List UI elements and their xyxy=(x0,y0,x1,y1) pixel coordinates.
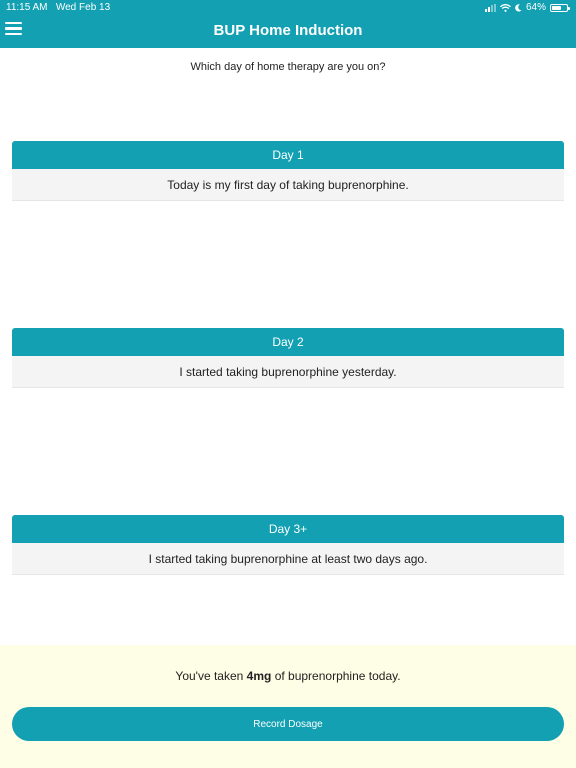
dosage-summary: You've taken 4mg of buprenorphine today. xyxy=(0,669,576,683)
dosage-amount: 4mg xyxy=(246,669,272,683)
day-3-title: Day 3+ xyxy=(12,515,564,543)
question-text: Which day of home therapy are you on? xyxy=(190,61,386,73)
status-time: 11:15 AM xyxy=(6,2,48,13)
day-2-title: Day 2 xyxy=(12,328,564,356)
day-1-description: Today is my first day of taking buprenor… xyxy=(12,169,564,201)
battery-fill xyxy=(552,5,561,10)
day-1-title: Day 1 xyxy=(12,141,564,169)
day-3-description: I started taking buprenorphine at least … xyxy=(12,543,564,575)
cellular-signal-icon xyxy=(484,3,496,12)
record-dosage-button[interactable]: Record Dosage xyxy=(12,707,564,741)
dosage-suffix: of buprenorphine today. xyxy=(271,669,401,683)
battery-percent: 64% xyxy=(525,2,546,13)
status-indicators: 64% xyxy=(484,2,570,13)
battery-icon xyxy=(550,3,570,12)
day-2-description: I started taking buprenorphine yesterday… xyxy=(12,356,564,388)
wifi-icon xyxy=(500,3,511,12)
day-1-option[interactable]: Day 1 Today is my first day of taking bu… xyxy=(12,141,564,201)
dosage-prefix: You've taken xyxy=(175,669,247,683)
dosage-footer: You've taken 4mg of buprenorphine today.… xyxy=(0,645,576,768)
top-bar: 11:15 AM Wed Feb 13 64% BUP Home Inducti… xyxy=(0,0,576,48)
page-title: BUP Home Induction xyxy=(213,22,363,39)
status-bar: 11:15 AM Wed Feb 13 64% xyxy=(0,0,576,15)
status-time-date: 11:15 AM Wed Feb 13 xyxy=(6,2,110,13)
day-3-option[interactable]: Day 3+ I started taking buprenorphine at… xyxy=(12,515,564,575)
moon-icon xyxy=(515,3,522,11)
status-date: Wed Feb 13 xyxy=(55,2,111,13)
day-2-option[interactable]: Day 2 I started taking buprenorphine yes… xyxy=(12,328,564,388)
